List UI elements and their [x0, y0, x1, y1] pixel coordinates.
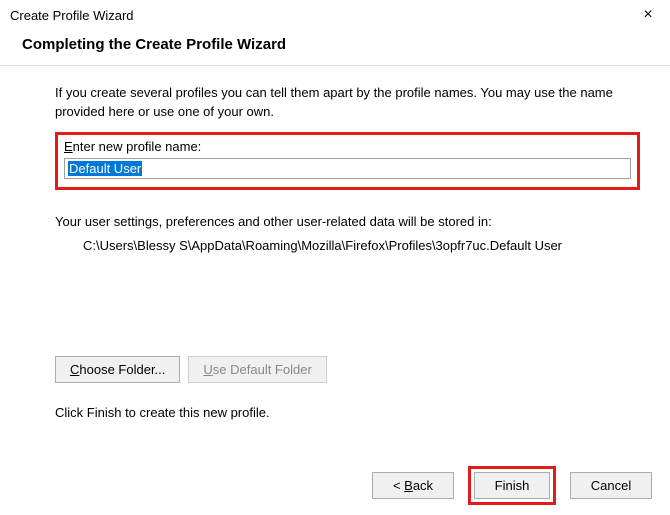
folder-buttons-row: Choose Folder... Use Default Folder — [55, 356, 640, 383]
window-title: Create Profile Wizard — [10, 8, 134, 23]
profile-name-section: Enter new profile name: Default User — [55, 132, 640, 190]
finish-button[interactable]: Finish — [474, 472, 550, 499]
finish-instruction: Click Finish to create this new profile. — [55, 405, 640, 420]
profile-name-label: Enter new profile name: — [64, 139, 631, 154]
choose-folder-button[interactable]: Choose Folder... — [55, 356, 180, 383]
intro-text: If you create several profiles you can t… — [55, 84, 640, 122]
finish-highlight: Finish — [468, 466, 556, 505]
cancel-button[interactable]: Cancel — [570, 472, 652, 499]
storage-path: C:\Users\Blessy S\AppData\Roaming\Mozill… — [83, 237, 640, 256]
wizard-header: Completing the Create Profile Wizard — [0, 30, 670, 66]
profile-name-input[interactable]: Default User — [64, 158, 631, 179]
close-icon[interactable]: × — [636, 6, 660, 24]
titlebar: Create Profile Wizard × — [0, 0, 670, 30]
wizard-button-bar: < Back Finish Cancel — [354, 466, 670, 505]
wizard-body: If you create several profiles you can t… — [0, 66, 670, 420]
back-button[interactable]: < Back — [372, 472, 454, 499]
use-default-folder-button: Use Default Folder — [188, 356, 326, 383]
storage-label: Your user settings, preferences and othe… — [55, 214, 640, 229]
